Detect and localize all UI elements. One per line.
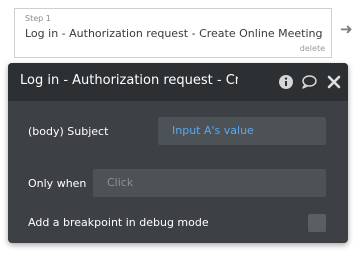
step-title: Log in - Authorization request - Create … [25, 27, 323, 40]
workflow-step-card[interactable]: Step 1 Log in - Authorization request - … [14, 8, 332, 58]
info-icon[interactable] [278, 74, 294, 90]
action-property-panel: Log in - Authorization request - Create … [8, 63, 348, 243]
step-number: Step 1 [25, 14, 51, 23]
subject-label: (body) Subject [28, 125, 109, 138]
arrow-right-icon: ➜ [340, 20, 353, 38]
breakpoint-checkbox[interactable] [308, 214, 326, 232]
close-icon[interactable] [326, 74, 342, 90]
panel-title: Log in - Authorization request - Create … [20, 73, 238, 88]
comment-icon[interactable] [301, 74, 317, 90]
only-when-label: Only when [28, 177, 87, 190]
step-delete-link[interactable]: delete [300, 44, 325, 53]
subject-input[interactable]: Input A's value [158, 117, 326, 145]
only-when-input[interactable]: Click [93, 169, 326, 197]
panel-header: Log in - Authorization request - Create … [8, 63, 348, 101]
breakpoint-label: Add a breakpoint in debug mode [28, 216, 209, 229]
